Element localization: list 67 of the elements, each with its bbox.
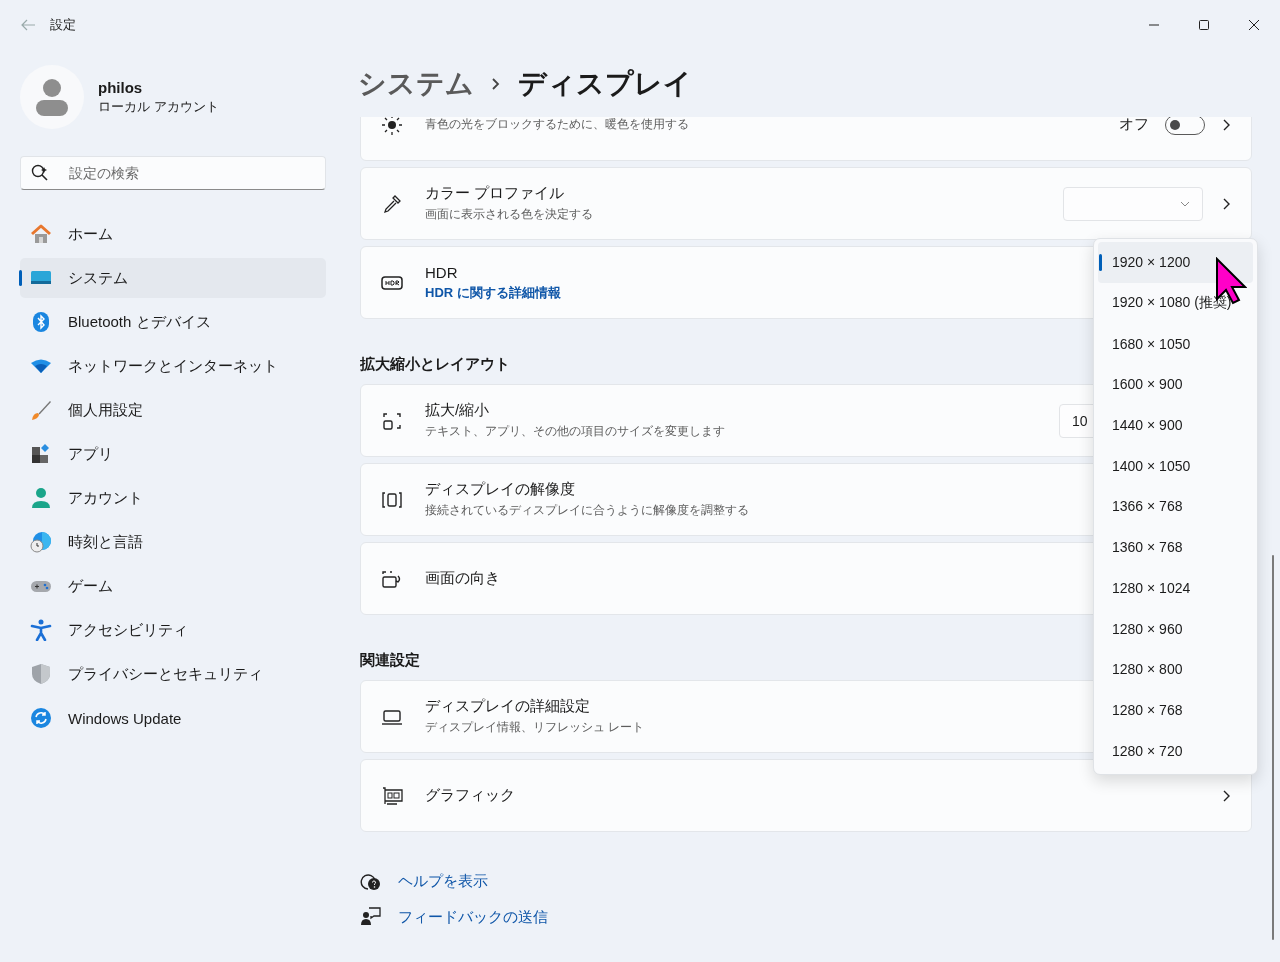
- brightness-icon: [381, 117, 403, 136]
- sidebar-item[interactable]: ゲーム: [20, 566, 326, 606]
- sidebar-item[interactable]: 個人用設定: [20, 390, 326, 430]
- sidebar-item[interactable]: 時刻と言語: [20, 522, 326, 562]
- bluetooth-icon: [30, 311, 52, 333]
- avatar-icon: [35, 78, 69, 116]
- menu-item[interactable]: 1680 × 1050: [1098, 323, 1253, 365]
- section-heading: 関連設定: [360, 651, 420, 670]
- sidebar-item[interactable]: Windows Update: [20, 698, 326, 738]
- home-icon: [30, 223, 52, 245]
- setting-card[interactable]: カラー プロファイル 画面に表示される色を決定する: [360, 167, 1252, 240]
- sidebar-item[interactable]: アクセシビリティ: [20, 610, 326, 650]
- user-name: philos: [98, 78, 144, 96]
- graphics-card-icon: [381, 784, 403, 807]
- apps-icon: [30, 443, 52, 465]
- setting-description: 青色の光をブロックするために、暖色を使用する: [425, 117, 689, 133]
- setting-card[interactable]: 青色の光をブロックするために、暖色を使用する オフ: [360, 117, 1252, 161]
- help-link[interactable]: ヘルプを表示: [398, 871, 488, 891]
- menu-item[interactable]: 1440 × 900: [1098, 404, 1253, 446]
- setting-title: ディスプレイの解像度: [425, 480, 575, 499]
- search-icon: [31, 164, 49, 182]
- menu-item[interactable]: 1280 × 768: [1098, 689, 1253, 731]
- menu-item[interactable]: 1280 × 1024: [1098, 567, 1253, 609]
- person-icon: [30, 487, 52, 509]
- breadcrumb-link[interactable]: システム: [358, 64, 474, 103]
- window-title: 設定: [50, 16, 76, 34]
- setting-title: カラー プロファイル: [425, 184, 565, 203]
- section-heading: 拡大縮小とレイアウト: [360, 355, 510, 374]
- setting-description: 接続されているディスプレイに合うように解像度を調整する: [425, 502, 749, 519]
- setting-title: グラフィック: [425, 786, 515, 805]
- chevron-right-icon[interactable]: [1223, 118, 1231, 131]
- menu-item[interactable]: 1920 × 1200: [1098, 242, 1253, 283]
- setting-title: 画面の向き: [425, 569, 500, 588]
- feedback-icon: [360, 906, 382, 928]
- account-type: ローカル アカウント: [98, 97, 219, 116]
- sidebar-item[interactable]: ホーム: [20, 214, 326, 254]
- shield-icon: [30, 663, 52, 685]
- setting-card[interactable]: グラフィック: [360, 759, 1252, 832]
- chevron-right-icon[interactable]: [1223, 789, 1231, 802]
- toggle-status: オフ: [1119, 117, 1149, 134]
- help-link[interactable]: フィードバックの送信: [398, 907, 548, 927]
- chevron-right-icon[interactable]: [1223, 197, 1231, 210]
- search-field[interactable]: 設定の検索: [20, 156, 326, 190]
- sidebar-item[interactable]: アプリ: [20, 434, 326, 474]
- sidebar-item[interactable]: システム: [20, 258, 326, 298]
- sync-icon: [30, 707, 52, 729]
- dropdown-field[interactable]: [1063, 186, 1203, 221]
- sidebar-item[interactable]: アカウント: [20, 478, 326, 518]
- sidebar-item[interactable]: プライバシーとセキュリティ: [20, 654, 326, 694]
- setting-title: 拡大/縮小: [425, 401, 490, 420]
- maximize-icon[interactable]: [1198, 19, 1210, 31]
- setting-description: ディスプレイ情報、リフレッシュ レート: [425, 719, 645, 736]
- setting-title: ディスプレイの詳細設定: [425, 697, 590, 716]
- menu-item[interactable]: 1366 × 768: [1098, 486, 1253, 527]
- globe-clock-icon: [30, 531, 52, 553]
- scrollbar[interactable]: [1272, 555, 1274, 940]
- sidebar-item[interactable]: ネットワークとインターネット: [20, 346, 326, 386]
- brush-icon: [30, 399, 52, 421]
- setting-title: HDR: [425, 263, 458, 281]
- chevron-right-icon: [492, 77, 500, 90]
- close-icon[interactable]: [1248, 19, 1260, 31]
- setting-description: 画面に表示される色を決定する: [425, 206, 593, 223]
- page-title: ディスプレイ: [518, 66, 692, 101]
- info-link[interactable]: HDR に関する詳細情報: [425, 283, 561, 302]
- accessibility-icon: [30, 619, 52, 641]
- sidebar-item[interactable]: Bluetooth とデバイス: [20, 302, 326, 342]
- setting-description: テキスト、アプリ、その他の項目のサイズを変更します: [425, 423, 725, 440]
